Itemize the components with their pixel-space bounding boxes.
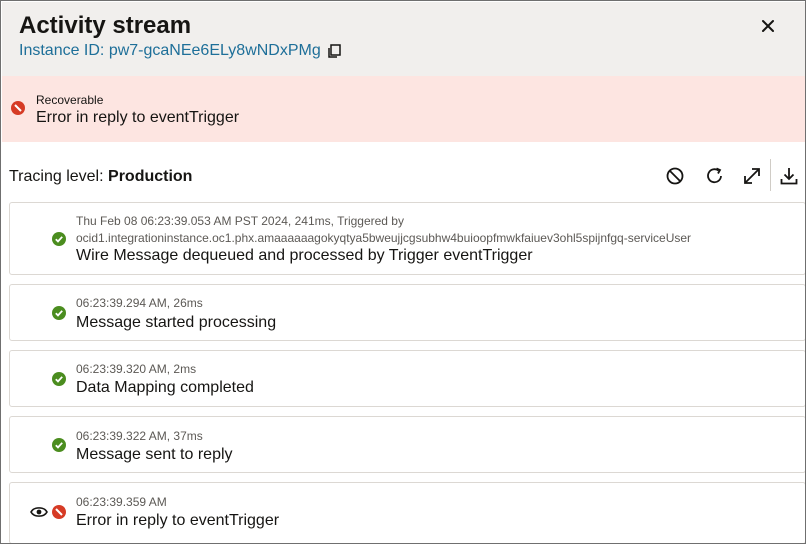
tracing-value: Production — [108, 168, 193, 185]
event-card[interactable]: Thu Feb 08 06:23:39.053 AM PST 2024, 241… — [9, 202, 805, 275]
banner-label: Recoverable — [36, 93, 104, 107]
clear-icon[interactable] — [664, 165, 686, 187]
event-message: Error in reply to eventTrigger — [76, 512, 280, 529]
view-payload-eye-icon[interactable] — [30, 505, 48, 519]
success-check-icon — [52, 306, 66, 325]
event-meta: 06:23:39.322 AM, 37ms — [76, 429, 203, 443]
event-meta: 06:23:39.294 AM, 26ms — [76, 296, 203, 310]
event-message: Message started processing — [76, 314, 277, 331]
download-icon[interactable] — [778, 165, 800, 187]
copy-icon[interactable] — [326, 43, 342, 59]
success-check-icon — [52, 372, 66, 391]
page-title: Activity stream — [19, 12, 192, 39]
banner-message: Error in reply to eventTrigger — [36, 109, 240, 126]
event-message: Message sent to reply — [76, 446, 233, 463]
error-banner: Recoverable Error in reply to eventTrigg… — [2, 76, 805, 142]
instance-id-link[interactable]: Instance ID: pw7-gcaNEe6ELy8wNDxPMg — [19, 42, 321, 60]
event-message: Data Mapping completed — [76, 379, 254, 396]
event-card[interactable]: 06:23:39.320 AM, 2ms Data Mapping comple… — [9, 350, 805, 407]
event-meta: 06:23:39.359 AM — [76, 495, 167, 509]
event-meta: 06:23:39.320 AM, 2ms — [76, 362, 197, 376]
refresh-icon[interactable] — [704, 165, 726, 187]
expand-icon[interactable] — [741, 165, 763, 187]
tracing-level: Tracing level: Production — [9, 168, 192, 186]
event-meta-user: ocid1.integrationinstance.oc1.phx.amaaaa… — [76, 231, 692, 245]
tracing-label: Tracing level: — [9, 168, 104, 185]
event-card[interactable]: 06:23:39.322 AM, 37ms Message sent to re… — [9, 416, 805, 473]
event-message: Wire Message dequeued and processed by T… — [76, 247, 533, 264]
error-icon — [52, 505, 66, 524]
instance-id-row: Instance ID: pw7-gcaNEe6ELy8wNDxPMg — [19, 42, 342, 60]
event-card[interactable]: 06:23:39.294 AM, 26ms Message started pr… — [9, 284, 805, 341]
close-icon[interactable] — [758, 16, 778, 36]
event-meta: Thu Feb 08 06:23:39.053 AM PST 2024, 241… — [76, 214, 404, 228]
event-card[interactable]: 06:23:39.359 AM Error in reply to eventT… — [9, 482, 805, 543]
error-icon — [11, 101, 25, 120]
activity-stream-panel: Activity stream Instance ID: pw7-gcaNEe6… — [0, 0, 806, 544]
panel-header: Activity stream Instance ID: pw7-gcaNEe6… — [2, 2, 805, 76]
success-check-icon — [52, 438, 66, 457]
toolbar-divider — [770, 159, 771, 191]
success-check-icon — [52, 232, 66, 251]
